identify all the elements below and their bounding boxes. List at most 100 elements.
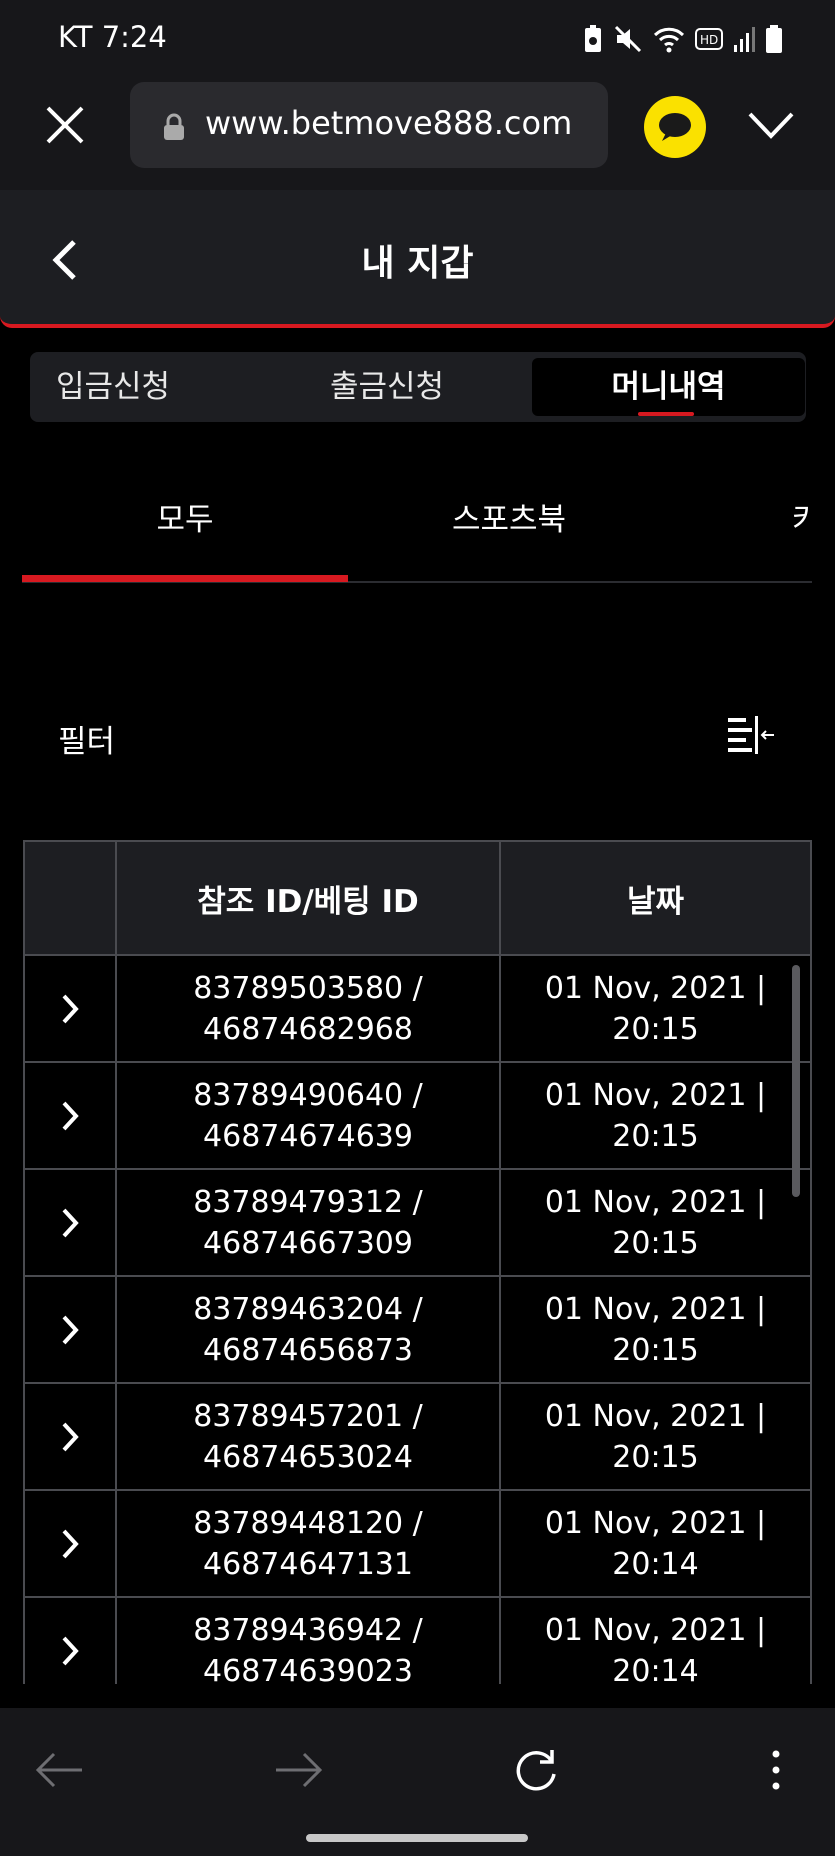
ref-bet-id-cell: 83789479312 / 46874667309 (115, 1168, 501, 1277)
table-scrollbar[interactable] (792, 965, 800, 1197)
ref-id: 83789463204 / (193, 1291, 423, 1327)
close-tab-button[interactable] (40, 100, 90, 150)
browser-forward-button[interactable] (270, 1740, 326, 1800)
battery-saver-icon (585, 25, 601, 52)
header-date: 날짜 (499, 840, 812, 956)
table-row[interactable]: 83789490640 / 46874674639 01 Nov, 2021 | 2… (23, 1061, 812, 1170)
bet-id: 46874653024 (203, 1439, 413, 1475)
tab-withdraw-request[interactable]: 출금신청 (330, 352, 444, 422)
bet-id: 46874647131 (203, 1546, 413, 1582)
table-row[interactable]: 83789448120 / 46874647131 01 Nov, 2021 | 2… (23, 1489, 812, 1598)
category-active-indicator (22, 575, 348, 582)
row-expand-button[interactable] (23, 954, 117, 1063)
lock-icon (162, 113, 186, 145)
chevron-down-icon (748, 112, 794, 139)
history-table-container: 참조 ID/베팅 ID 날짜 83789503580 / 46874682968 … (23, 840, 812, 1684)
filter-label: 필터 (58, 724, 116, 760)
bet-id: 46874656873 (203, 1332, 413, 1368)
ref-id: 83789436942 / (193, 1612, 423, 1648)
filter-toggle-icon[interactable] (726, 714, 776, 760)
header-ref-bet-id: 참조 ID/베팅 ID (115, 840, 501, 956)
date: 01 Nov, 2021 | (544, 1398, 767, 1434)
browser-menu-button[interactable] (764, 1740, 788, 1800)
mute-icon (614, 25, 642, 53)
ref-id: 83789479312 / (193, 1184, 423, 1220)
category-tab-casino[interactable]: 카 (792, 494, 810, 539)
table-header-row: 참조 ID/베팅 ID 날짜 (23, 840, 812, 956)
category-tab-all[interactable]: 모두 (0, 494, 370, 539)
ref-id: 83789457201 / (193, 1398, 423, 1434)
ref-id: 83789490640 / (193, 1077, 423, 1113)
expand-toolbar-button[interactable] (746, 106, 796, 146)
date: 01 Nov, 2021 | (544, 1505, 767, 1541)
chevron-right-icon (62, 1422, 79, 1451)
refresh-icon (516, 1750, 556, 1791)
date-cell: 01 Nov, 2021 | 20:15 (499, 1168, 812, 1277)
home-indicator (306, 1834, 528, 1842)
date-cell: 01 Nov, 2021 | 20:15 (499, 1275, 812, 1384)
svg-text:HD: HD (700, 33, 718, 47)
arrow-left-icon (35, 1752, 82, 1788)
time: 20:15 (612, 1439, 699, 1475)
battery-icon (766, 25, 782, 53)
date: 01 Nov, 2021 | (544, 970, 767, 1006)
header-expand (23, 840, 117, 956)
category-tab-sportsbook[interactable]: 스포츠북 (452, 494, 566, 539)
status-carrier-time: KT 7:24 (58, 20, 167, 54)
time: 20:15 (612, 1011, 699, 1047)
table-row[interactable]: 83789457201 / 46874653024 01 Nov, 2021 | 2… (23, 1382, 812, 1491)
row-expand-button[interactable] (23, 1168, 117, 1277)
chevron-right-icon (62, 1529, 79, 1558)
time: 20:14 (612, 1546, 699, 1582)
ref-id: 83789503580 / (193, 970, 423, 1006)
table-row[interactable]: 83789479312 / 46874667309 01 Nov, 2021 | 2… (23, 1168, 812, 1277)
tab-deposit-request[interactable]: 입금신청 (56, 352, 170, 422)
time: 20:15 (612, 1118, 699, 1154)
date-cell: 01 Nov, 2021 | 20:15 (499, 1061, 812, 1170)
bet-id: 46874674639 (203, 1118, 413, 1154)
browser-back-button[interactable] (32, 1740, 88, 1800)
kakao-chat-button[interactable] (644, 96, 706, 158)
chevron-right-icon (62, 1315, 79, 1344)
row-expand-button[interactable] (23, 1275, 117, 1384)
chat-bubble-icon (659, 113, 691, 141)
ref-id: 83789448120 / (193, 1505, 423, 1541)
time: 20:14 (612, 1653, 699, 1685)
date-cell: 01 Nov, 2021 | 20:15 (499, 1382, 812, 1491)
date: 01 Nov, 2021 | (544, 1077, 767, 1113)
close-icon (46, 106, 84, 144)
table-row[interactable]: 83789463204 / 46874656873 01 Nov, 2021 | 2… (23, 1275, 812, 1384)
ref-bet-id-cell: 83789490640 / 46874674639 (115, 1061, 501, 1170)
history-table: 참조 ID/베팅 ID 날짜 83789503580 / 46874682968 … (23, 840, 812, 1684)
row-expand-button[interactable] (23, 1382, 117, 1491)
more-vertical-icon (772, 1750, 780, 1790)
bet-id: 46874639023 (203, 1653, 413, 1685)
url-text[interactable]: www.betmove888.com (205, 104, 572, 142)
status-icons: HD (583, 22, 783, 56)
hd-voice-icon: HD (695, 28, 723, 50)
chevron-right-icon (62, 1208, 79, 1237)
row-expand-button[interactable] (23, 1061, 117, 1170)
ref-bet-id-cell: 83789457201 / 46874653024 (115, 1382, 501, 1491)
time: 20:15 (612, 1332, 699, 1368)
date: 01 Nov, 2021 | (544, 1291, 767, 1327)
browser-refresh-button[interactable] (508, 1740, 564, 1800)
row-expand-button[interactable] (23, 1596, 117, 1684)
date-cell: 01 Nov, 2021 | 20:14 (499, 1596, 812, 1685)
date-cell: 01 Nov, 2021 | 20:15 (499, 954, 812, 1063)
chevron-right-icon (62, 1636, 79, 1665)
signal-icon (734, 27, 755, 52)
date: 01 Nov, 2021 | (544, 1612, 767, 1648)
arrow-right-icon (276, 1752, 323, 1788)
time: 20:15 (612, 1225, 699, 1261)
bet-id: 46874682968 (203, 1011, 413, 1047)
ref-bet-id-cell: 83789503580 / 46874682968 (115, 954, 501, 1063)
table-row[interactable]: 83789503580 / 46874682968 01 Nov, 2021 | 2… (23, 954, 812, 1063)
row-expand-button[interactable] (23, 1489, 117, 1598)
active-tab-indicator (638, 412, 694, 416)
chevron-right-icon (62, 1101, 79, 1130)
date: 01 Nov, 2021 | (544, 1184, 767, 1220)
wifi-icon (653, 27, 685, 53)
table-row[interactable]: 83789436942 / 46874639023 01 Nov, 2021 | 2… (23, 1596, 812, 1685)
chevron-right-icon (62, 994, 79, 1023)
